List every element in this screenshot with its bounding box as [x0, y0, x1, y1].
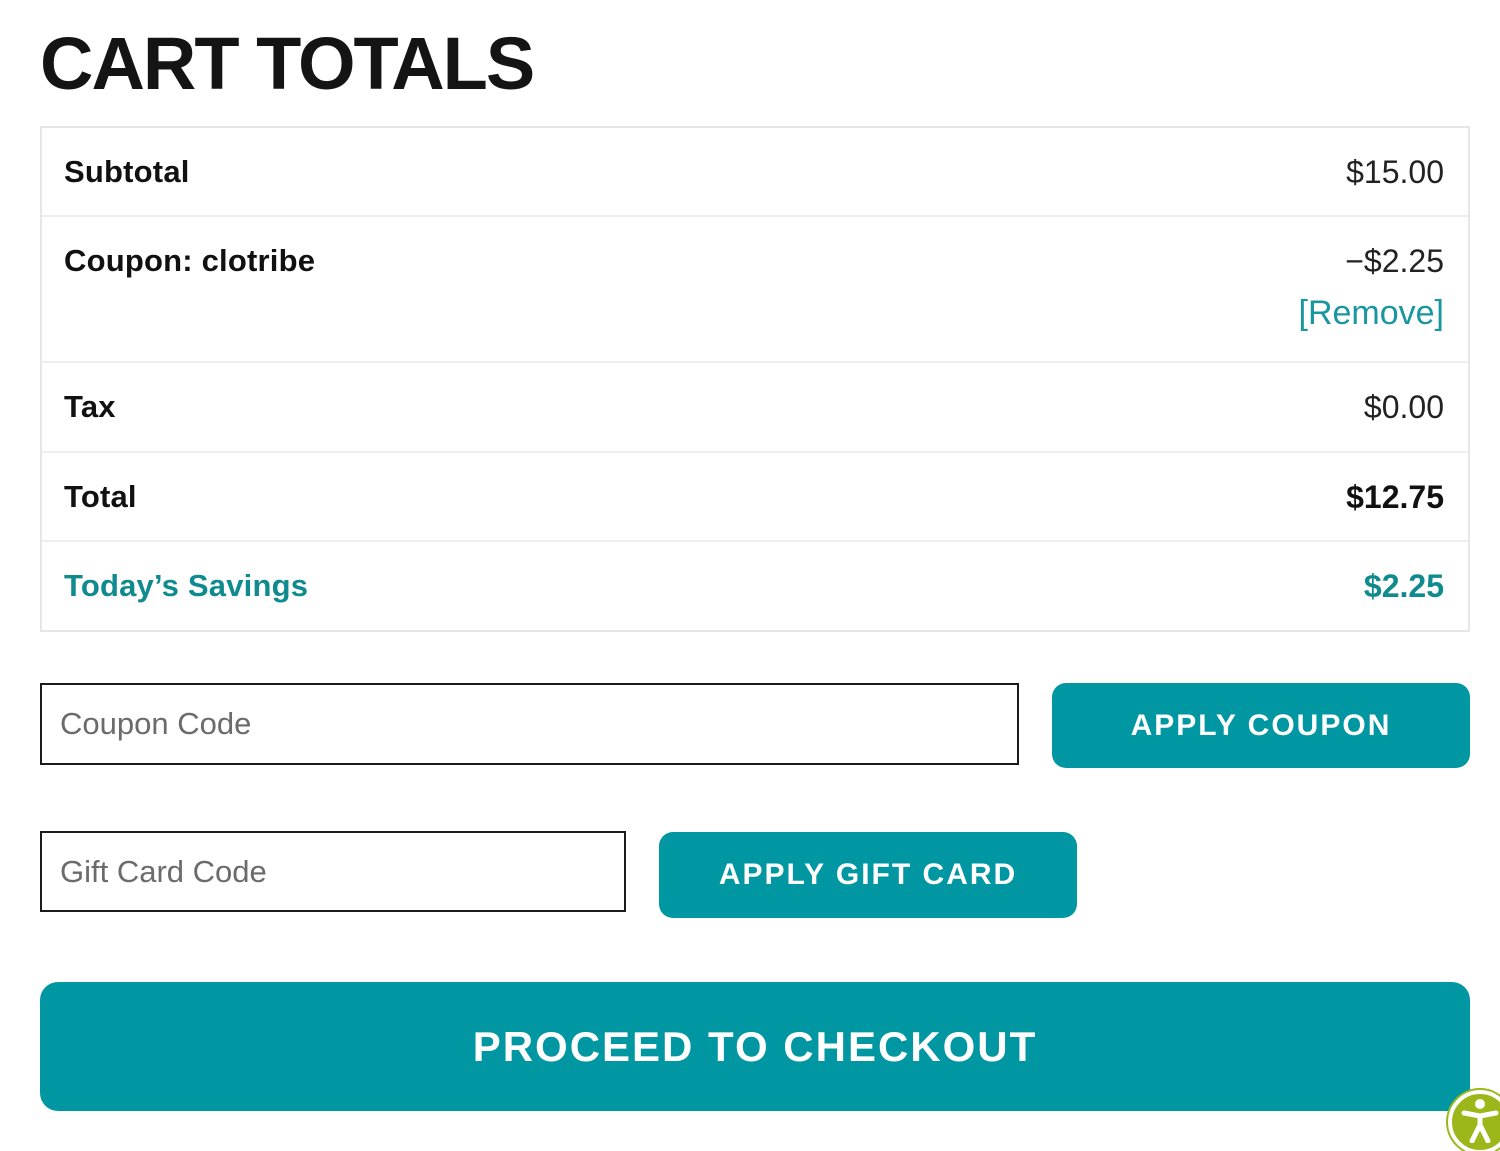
subtotal-label: Subtotal	[64, 154, 190, 189]
apply-gift-card-button[interactable]: APPLY GIFT CARD	[659, 832, 1077, 918]
gift-card-code-input[interactable]	[40, 831, 626, 912]
subtotal-row: Subtotal $15.00	[42, 128, 1468, 217]
apply-coupon-button[interactable]: APPLY COUPON	[1052, 683, 1470, 768]
coupon-row: Coupon: clotribe −$2.25 [Remove]	[42, 217, 1468, 363]
cart-totals-page: CART TOTALS Subtotal $15.00 Coupon: clot…	[0, 0, 1500, 1151]
remove-coupon-link[interactable]: [Remove]	[1299, 294, 1445, 333]
cart-totals-table: Subtotal $15.00 Coupon: clotribe −$2.25 …	[40, 126, 1470, 632]
total-value: $12.75	[1346, 479, 1444, 515]
coupon-value-group: −$2.25 [Remove]	[1299, 243, 1445, 333]
savings-row: Today’s Savings $2.25	[42, 542, 1468, 630]
page-title: CART TOTALS	[40, 22, 535, 105]
proceed-to-checkout-button[interactable]: PROCEED TO CHECKOUT	[40, 982, 1470, 1111]
coupon-discount-value: −$2.25	[1345, 243, 1444, 279]
accessibility-icon	[1460, 1097, 1500, 1148]
accessibility-widget-button[interactable]	[1448, 1090, 1500, 1151]
tax-label: Tax	[64, 389, 116, 424]
tax-value: $0.00	[1363, 389, 1444, 425]
coupon-code-input[interactable]	[40, 683, 1019, 765]
total-row: Total $12.75	[42, 453, 1468, 542]
subtotal-value: $15.00	[1346, 154, 1444, 190]
tax-row: Tax $0.00	[42, 363, 1468, 453]
coupon-label: Coupon: clotribe	[64, 243, 316, 278]
total-label: Total	[64, 479, 137, 514]
savings-value: $2.25	[1363, 568, 1444, 604]
savings-label: Today’s Savings	[64, 568, 309, 603]
